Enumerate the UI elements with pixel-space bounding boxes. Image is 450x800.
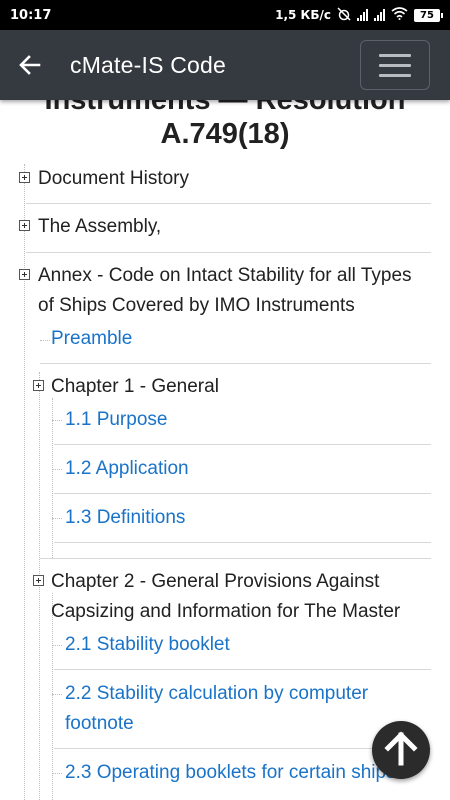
- app-title: cMate-IS Code: [70, 51, 226, 78]
- signal-icon: [374, 9, 385, 21]
- app-bar: cMate-IS Code: [0, 30, 450, 100]
- tree-link-2-2-stability-calculation[interactable]: 2.2 Stability calculation by computer fo…: [65, 679, 368, 739]
- tree-item-chapter-1[interactable]: Chapter 1 - General: [51, 372, 219, 402]
- tree-link-1-3-definitions[interactable]: 1.3 Definitions: [65, 503, 185, 533]
- battery-icon: 75: [414, 8, 443, 22]
- status-time: 10:17: [10, 7, 52, 23]
- signal-icon: [357, 9, 368, 21]
- wifi-icon: [391, 7, 408, 23]
- document-title-line2: A.749(18): [160, 118, 290, 150]
- arrow-left-icon[interactable]: [2, 30, 58, 100]
- status-icons: 1,5 КБ/с 75: [275, 6, 443, 24]
- expand-icon[interactable]: [19, 269, 30, 280]
- expand-icon[interactable]: [33, 575, 44, 586]
- arrow-up-icon: [384, 730, 418, 771]
- scroll-to-top-button[interactable]: [372, 721, 430, 779]
- tree-link-preamble[interactable]: Preamble: [51, 324, 132, 354]
- alarm-off-icon: [337, 6, 351, 24]
- expand-icon[interactable]: [33, 380, 44, 391]
- tree-link-2-1-stability-booklet[interactable]: 2.1 Stability booklet: [65, 630, 230, 660]
- content-area: Instruments — Resolution A.749(18) Docum…: [0, 100, 450, 800]
- expand-icon[interactable]: [19, 172, 30, 183]
- tree-link-1-2-application[interactable]: 1.2 Application: [65, 454, 189, 484]
- tree-item-document-history[interactable]: Document History: [38, 164, 189, 194]
- tree-item-assembly[interactable]: The Assembly,: [38, 212, 161, 242]
- expand-icon[interactable]: [19, 220, 30, 231]
- tree-link-2-3-operating-booklets[interactable]: 2.3 Operating booklets for certain ships: [65, 758, 396, 788]
- document-title: Instruments — Resolution A.749(18): [0, 100, 450, 152]
- hamburger-menu-icon[interactable]: [360, 40, 430, 90]
- status-bar: 10:17 1,5 КБ/с 75: [0, 0, 450, 30]
- network-speed: 1,5 КБ/с: [275, 8, 331, 22]
- tree-link-1-1-purpose[interactable]: 1.1 Purpose: [65, 405, 167, 435]
- tree-item-chapter-2[interactable]: Chapter 2 - General Provisions Against C…: [51, 567, 400, 627]
- tree-item-annex[interactable]: Annex - Code on Intact Stability for all…: [38, 261, 412, 321]
